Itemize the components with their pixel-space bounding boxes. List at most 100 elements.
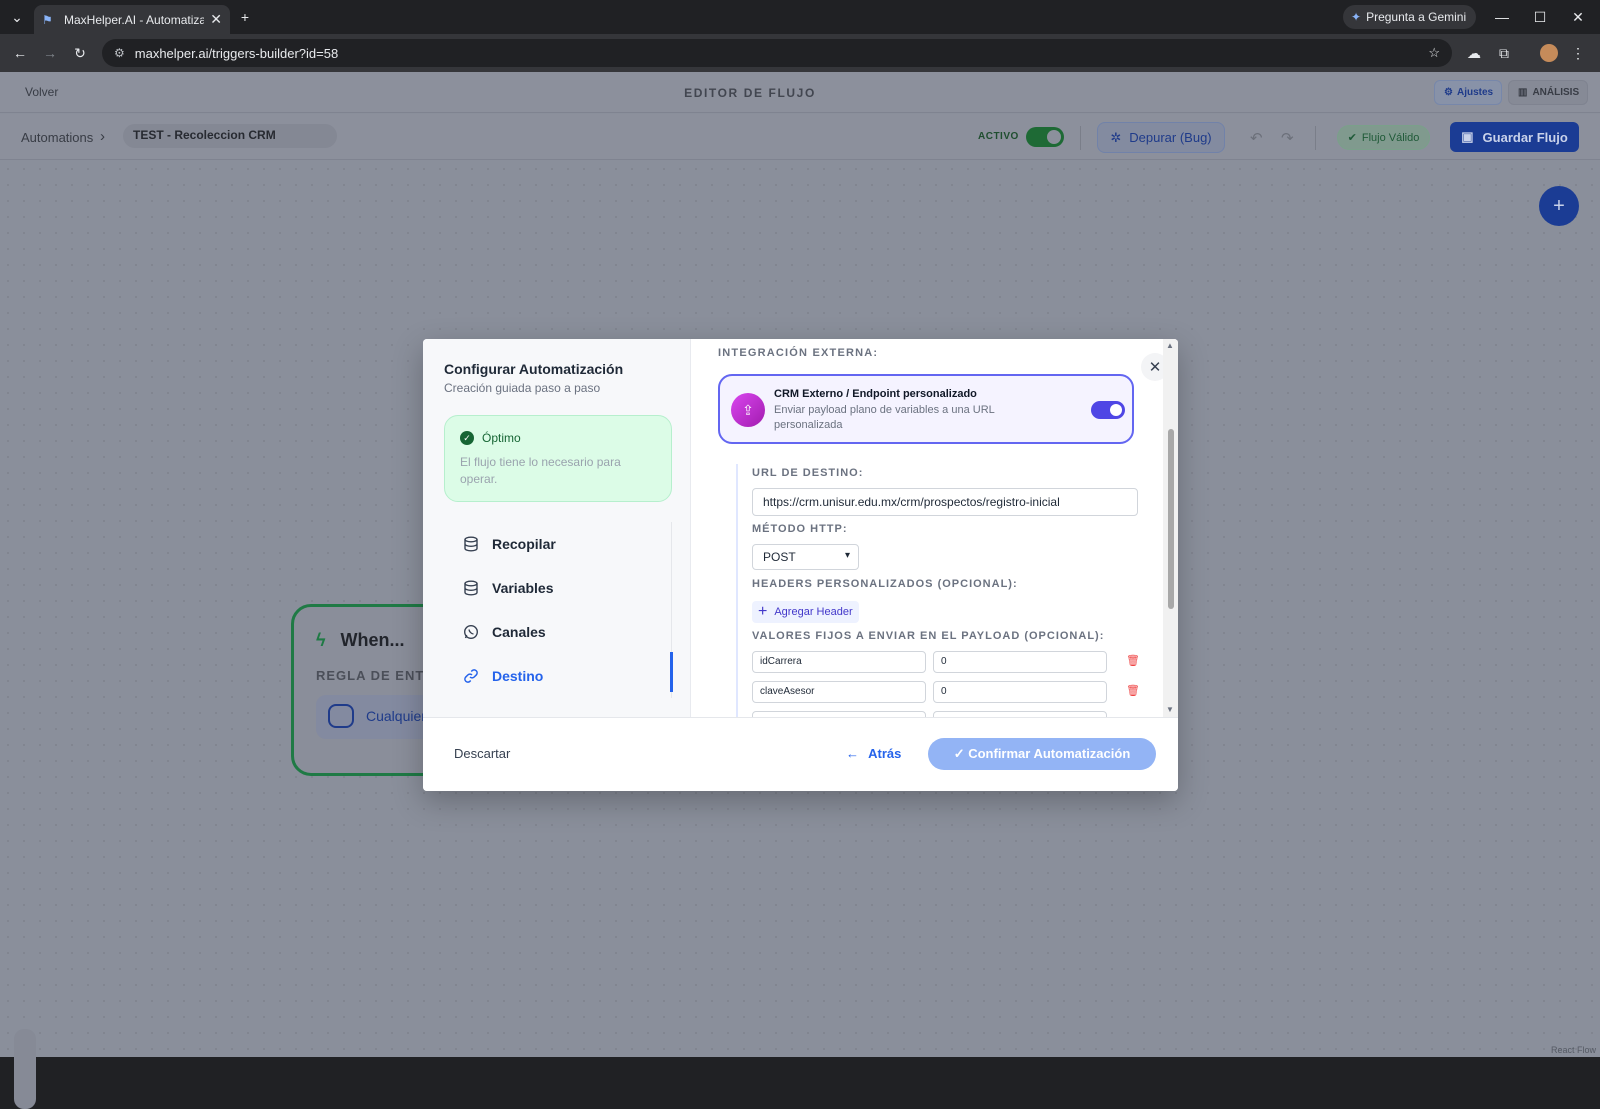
address-bar[interactable]: ⚙ maxhelper.ai/triggers-builder?id=58 ☆ xyxy=(102,39,1452,67)
bug-icon: ✲ xyxy=(1110,129,1122,145)
step-label: Variables xyxy=(492,580,554,596)
react-flow-attribution[interactable]: React Flow xyxy=(1551,1045,1596,1055)
add-header-label: Agregar Header xyxy=(774,606,853,618)
browser-tab[interactable]: ⚑ MaxHelper.AI - Automatiza tu a ✕ xyxy=(34,5,230,34)
crm-toggle[interactable] xyxy=(1091,401,1125,419)
modal-footer: Descartar ← Atrás ✓ Confirmar Automatiza… xyxy=(423,717,1178,791)
scroll-down-icon[interactable]: ▼ xyxy=(1166,705,1174,714)
step-destino[interactable]: Destino xyxy=(444,654,692,698)
payload-value-input[interactable]: 0 xyxy=(933,651,1107,673)
redo-icon[interactable]: ↷ xyxy=(1281,129,1294,147)
status-card: ✓ Óptimo El flujo tiene lo necesario par… xyxy=(444,415,672,502)
node-title: When... xyxy=(340,630,405,650)
crm-integration-card[interactable]: ⇪ CRM Externo / Endpoint personalizado E… xyxy=(718,374,1134,444)
chevron-right-icon: › xyxy=(100,128,105,145)
trash-icon[interactable]: 🗑 xyxy=(1126,684,1140,697)
reload-icon[interactable]: ↻ xyxy=(70,43,90,63)
modal-scrollbar[interactable]: ▲ ▼ xyxy=(1163,339,1178,717)
crm-description: Enviar payload plano de variables a una … xyxy=(774,404,995,431)
editor-topbar: Volver EDITOR DE FLUJO ⚙ Ajustes ▥ ANÁLI… xyxy=(0,72,1600,113)
active-toggle[interactable] xyxy=(1026,127,1064,147)
forward-arrow-icon[interactable]: → xyxy=(40,43,60,63)
step-recopilar[interactable]: Recopilar xyxy=(444,522,692,566)
status-header: ✓ Óptimo xyxy=(460,431,521,445)
step-canales[interactable]: Canales xyxy=(444,610,692,654)
back-button[interactable]: ← Atrás xyxy=(846,746,901,761)
crm-title: CRM Externo / Endpoint personalizado xyxy=(774,388,977,400)
tab-close-icon[interactable]: ✕ xyxy=(210,11,222,28)
gemini-icon: ✦ xyxy=(1351,10,1362,24)
status-text: El flujo tiene lo necesario para operar. xyxy=(460,455,621,486)
node-header: ϟ When... xyxy=(316,630,405,651)
analysis-label: ANÁLISIS xyxy=(1532,87,1580,98)
gemini-label: Pregunta a Gemini xyxy=(1366,10,1467,24)
step-variables[interactable]: Variables xyxy=(444,566,692,610)
address-bar-row: ← → ↻ ⚙ maxhelper.ai/triggers-builder?id… xyxy=(0,34,1600,72)
bookmark-star-icon[interactable]: ☆ xyxy=(1428,45,1440,61)
breadcrumb-root[interactable]: Automations xyxy=(21,130,93,145)
tab-title: MaxHelper.AI - Automatiza tu a xyxy=(64,12,205,27)
active-label: ACTIVO xyxy=(978,131,1019,142)
modal-title: Configurar Automatización xyxy=(444,361,624,377)
chevron-down-icon: ▾ xyxy=(844,550,850,561)
discard-button[interactable]: Descartar xyxy=(454,746,510,761)
browser-tab-strip: ⌄ ⚑ MaxHelper.AI - Automatiza tu a ✕ + ✦… xyxy=(0,0,1600,34)
step-label: Destino xyxy=(492,668,544,684)
check-circle-icon: ✓ xyxy=(460,431,474,445)
add-header-button[interactable]: + Agregar Header xyxy=(752,601,859,623)
confirm-automation-button[interactable]: ✓ Confirmar Automatización xyxy=(928,738,1156,770)
bar-chart-icon: ▥ xyxy=(1518,87,1528,98)
profile-avatar[interactable] xyxy=(1540,44,1558,62)
arrow-left-icon: ← xyxy=(846,746,859,761)
flow-valid-label: Flujo Válido xyxy=(1361,131,1420,144)
flow-valid-badge: ✔ Flujo Válido xyxy=(1337,125,1430,150)
database-icon xyxy=(462,535,480,553)
node-chip-label: Cualquier xyxy=(366,708,426,724)
automation-modal: Configurar Automatización Creación guiad… xyxy=(423,339,1178,791)
add-node-button[interactable]: + xyxy=(1539,186,1579,226)
node-rule-label: REGLA DE ENTR xyxy=(316,668,435,683)
gemini-button[interactable]: ✦ Pregunta a Gemini xyxy=(1343,5,1477,29)
scrollbar-thumb[interactable] xyxy=(1168,429,1174,609)
save-flow-label: Guardar Flujo xyxy=(1482,129,1568,145)
back-arrow-icon[interactable]: ← xyxy=(10,43,30,63)
analysis-button[interactable]: ▥ ANÁLISIS xyxy=(1508,80,1588,105)
minimize-icon[interactable]: — xyxy=(1492,7,1512,27)
payload-label: VALORES FIJOS A ENVIAR EN EL PAYLOAD (OP… xyxy=(752,630,1105,642)
new-tab-icon[interactable]: + xyxy=(235,7,255,27)
scroll-up-icon[interactable]: ▲ xyxy=(1166,341,1174,350)
debug-button[interactable]: ✲ Depurar (Bug) xyxy=(1097,122,1225,153)
modal-sidebar: Configurar Automatización Creación guiad… xyxy=(423,339,691,717)
cloud-icon[interactable]: ☁ xyxy=(1464,43,1484,63)
extensions-icon[interactable]: ⧉ xyxy=(1494,43,1514,63)
maximize-icon[interactable]: ☐ xyxy=(1530,7,1550,27)
payload-value-input[interactable]: 0 xyxy=(933,681,1107,703)
site-info-icon[interactable]: ⚙ xyxy=(114,46,125,60)
plus-icon: + xyxy=(1553,194,1565,217)
url-input[interactable]: https://crm.unisur.edu.mx/crm/prospectos… xyxy=(752,488,1138,516)
debug-label: Depurar (Bug) xyxy=(1129,130,1212,145)
tab-search-icon[interactable]: ⌄ xyxy=(7,7,27,27)
trash-icon[interactable]: 🗑 xyxy=(1126,654,1140,667)
section-title: INTEGRACIÓN EXTERNA: xyxy=(718,347,879,359)
save-icon: ▣ xyxy=(1461,129,1474,144)
export-icon: ⇪ xyxy=(731,393,765,427)
method-select[interactable]: POST ▾ xyxy=(752,544,859,570)
flow-name-input[interactable]: TEST - Recoleccion CRM xyxy=(123,124,337,148)
flow-toolbar: Automations › TEST - Recoleccion CRM ACT… xyxy=(0,114,1600,160)
database-icon xyxy=(462,579,480,597)
favicon-icon: ⚑ xyxy=(42,12,53,27)
modal-content[interactable]: INTEGRACIÓN EXTERNA: ✕ ⇪ CRM Externo / E… xyxy=(692,339,1178,717)
save-flow-button[interactable]: ▣ Guardar Flujo xyxy=(1450,122,1579,152)
settings-button[interactable]: ⚙ Ajustes xyxy=(1434,80,1502,105)
undo-icon[interactable]: ↶ xyxy=(1250,129,1263,147)
plus-icon: + xyxy=(758,603,768,620)
check-circle-icon: ✔ xyxy=(1347,132,1357,144)
method-label: MÉTODO HTTP: xyxy=(752,523,848,535)
payload-key-input[interactable]: claveAsesor xyxy=(752,681,926,703)
browser-menu-icon[interactable]: ⋮ xyxy=(1568,43,1588,63)
payload-key-input[interactable]: idCarrera xyxy=(752,651,926,673)
modal-subtitle: Creación guiada paso a paso xyxy=(444,381,601,395)
window-close-icon[interactable]: ✕ xyxy=(1568,7,1588,27)
canvas-controls[interactable] xyxy=(14,1029,36,1109)
